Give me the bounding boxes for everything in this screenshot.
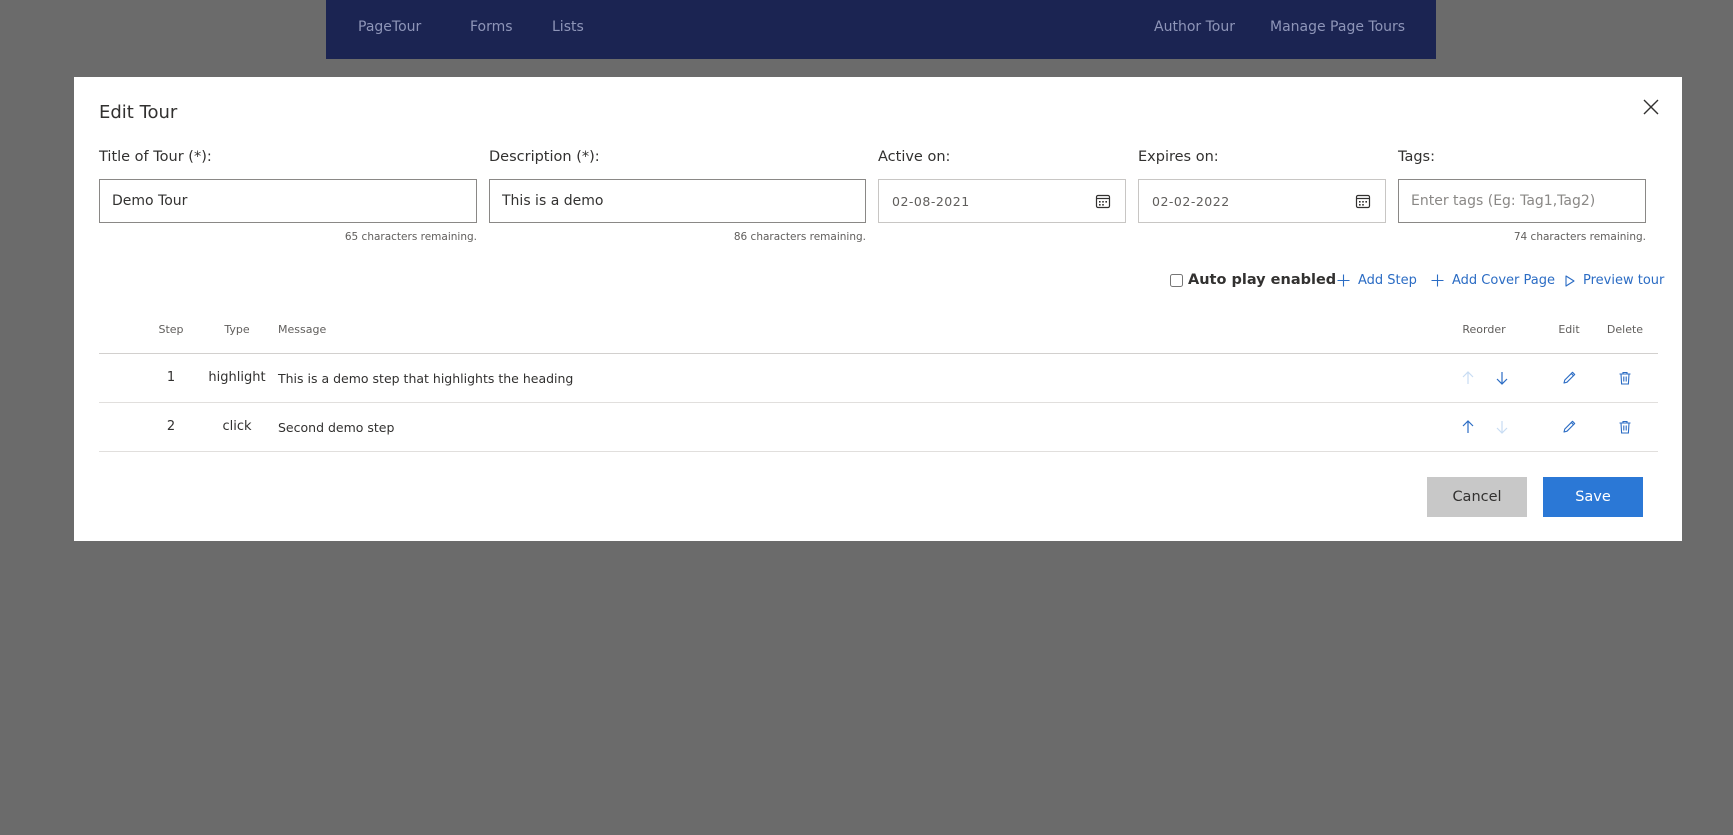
active-on-value: 02-08-2021 [892, 194, 970, 209]
edit-tour-dialog: Edit Tour Title of Tour (*): 65 characte… [74, 77, 1682, 541]
expires-on-label: Expires on: [1138, 149, 1219, 165]
delete-trash-icon[interactable] [1617, 370, 1633, 386]
move-up-icon [1462, 371, 1474, 384]
step-message: Second demo step [278, 420, 395, 435]
edit-pencil-icon[interactable] [1561, 419, 1577, 435]
calendar-icon[interactable] [1095, 193, 1111, 209]
column-header-edit: Edit [1558, 323, 1580, 336]
step-number: 2 [166, 419, 176, 434]
table-header-divider [99, 353, 1658, 354]
plus-icon [1431, 274, 1444, 287]
column-header-reorder: Reorder [1462, 323, 1506, 336]
close-icon [1643, 99, 1659, 115]
plus-icon [1337, 274, 1350, 287]
title-input[interactable] [99, 179, 477, 223]
nav-item-lists[interactable]: Lists [552, 19, 584, 35]
move-up-icon[interactable] [1460, 419, 1476, 435]
add-step-button[interactable]: Add Step [1337, 273, 1417, 288]
title-char-count: 65 characters remaining. [344, 231, 477, 243]
autoplay-checkbox[interactable] [1170, 273, 1183, 287]
description-char-count: 86 characters remaining. [733, 231, 866, 243]
cancel-button[interactable]: Cancel [1427, 477, 1527, 517]
close-button[interactable] [1641, 97, 1661, 117]
column-header-delete: Delete [1606, 323, 1644, 336]
title-label: Title of Tour (*): [99, 149, 212, 165]
move-down-icon [1496, 421, 1508, 434]
expires-on-value: 02-02-2022 [1152, 194, 1230, 209]
add-step-label: Add Step [1358, 273, 1417, 288]
autoplay-toggle[interactable]: Auto play enabled [1170, 272, 1336, 288]
preview-tour-button[interactable]: Preview tour [1565, 273, 1664, 288]
play-icon [1565, 274, 1575, 287]
description-input[interactable] [489, 179, 866, 223]
column-header-type: Type [224, 323, 250, 336]
autoplay-label: Auto play enabled [1188, 272, 1337, 288]
nav-item-forms[interactable]: Forms [470, 19, 513, 35]
row-divider [99, 402, 1658, 403]
nav-item-manage-page-tours[interactable]: Manage Page Tours [1270, 19, 1405, 35]
expires-on-date-picker[interactable]: 02-02-2022 [1138, 179, 1386, 223]
edit-pencil-icon[interactable] [1561, 370, 1577, 386]
delete-trash-icon[interactable] [1617, 419, 1633, 435]
active-on-label: Active on: [878, 149, 951, 165]
nav-item-pagetour[interactable]: PageTour [358, 19, 421, 35]
tags-input[interactable] [1398, 179, 1646, 223]
step-number: 1 [166, 370, 176, 385]
row-divider [99, 451, 1658, 452]
step-type: highlight [208, 370, 266, 385]
column-header-step: Step [158, 323, 184, 336]
calendar-icon[interactable] [1355, 193, 1371, 209]
step-type: click [222, 419, 252, 434]
tags-char-count: 74 characters remaining. [1513, 231, 1646, 243]
add-cover-page-button[interactable]: Add Cover Page [1431, 273, 1555, 288]
tags-label: Tags: [1398, 149, 1435, 165]
preview-tour-label: Preview tour [1583, 273, 1665, 288]
dialog-title: Edit Tour [99, 102, 178, 123]
add-cover-page-label: Add Cover Page [1452, 273, 1555, 288]
move-down-icon[interactable] [1494, 370, 1510, 386]
top-navigation-bar: PageTour Forms Lists Author Tour Manage … [326, 0, 1436, 59]
save-button[interactable]: Save [1543, 477, 1643, 517]
nav-item-author-tour[interactable]: Author Tour [1154, 19, 1235, 35]
step-message: This is a demo step that highlights the … [278, 371, 574, 386]
active-on-date-picker[interactable]: 02-08-2021 [878, 179, 1126, 223]
description-label: Description (*): [489, 149, 600, 165]
column-header-message: Message [278, 323, 327, 336]
